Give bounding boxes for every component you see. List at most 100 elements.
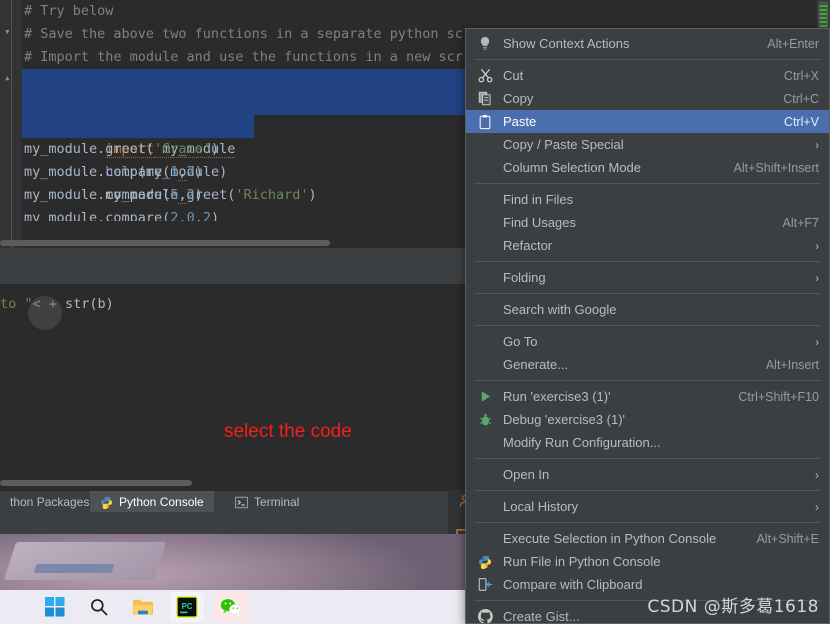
menu-item-cut[interactable]: Cut Ctrl+X [466, 64, 829, 87]
menu-item-find-usages[interactable]: Find Usages Alt+F7 [466, 211, 829, 234]
file-explorer-button[interactable] [126, 592, 160, 622]
fold-marker-collapse-2[interactable]: ▴ [4, 71, 19, 84]
menu-item-folding[interactable]: Folding › [466, 266, 829, 289]
menu-item-label: Generate... [503, 357, 569, 372]
code-comment: # Try below [24, 3, 114, 19]
menu-item-modify-run-configuration[interactable]: Modify Run Configuration... [466, 431, 829, 454]
lightbulb-icon [476, 36, 494, 52]
menu-item-shortcut: Alt+Shift+Insert [733, 160, 819, 175]
menu-item-execute-selection-in-python-console[interactable]: Execute Selection in Python Console Alt+… [466, 527, 829, 550]
copy-icon [476, 91, 494, 107]
chevron-right-icon: › [815, 238, 819, 253]
compare-call-suffix: ) [194, 187, 203, 203]
code-comment: # Import the module and use the function… [24, 49, 463, 65]
menu-item-label: Go To [503, 334, 538, 349]
menu-separator [474, 380, 821, 381]
clipboard-icon [476, 114, 494, 130]
menu-item-label: Local History [503, 499, 579, 514]
menu-item-run-file-in-python-console[interactable]: Run File in Python Console [466, 550, 829, 573]
chevron-right-icon: › [815, 334, 819, 349]
tab-python-console[interactable]: Python Console [90, 491, 214, 513]
menu-item-label: Folding [503, 270, 546, 285]
code-comment: # Save the above two functions in a sepa… [24, 26, 463, 42]
menu-item-label: Compare with Clipboard [503, 577, 643, 592]
windows-icon [45, 597, 65, 617]
menu-item-label: Modify Run Configuration... [503, 435, 661, 450]
menu-item-shortcut: Ctrl+V [783, 114, 819, 129]
run-icon [476, 389, 494, 405]
menu-item-show-context-actions[interactable]: Show Context Actions Alt+Enter [466, 32, 829, 55]
menu-item-label: Run 'exercise3 (1)' [503, 389, 611, 404]
menu-separator [474, 261, 821, 262]
string-literal: 'Grace' [154, 141, 211, 157]
menu-item-column-selection-mode[interactable]: Column Selection Mode Alt+Shift+Insert [466, 156, 829, 179]
menu-item-refactor[interactable]: Refactor › [466, 234, 829, 257]
menu-item-local-history[interactable]: Local History › [466, 495, 829, 518]
menu-item-open-in[interactable]: Open In › [466, 463, 829, 486]
compare-icon [476, 577, 494, 593]
menu-item-find-in-files[interactable]: Find in Files [466, 188, 829, 211]
menu-item-shortcut: Alt+Insert [765, 357, 819, 372]
menu-item-label: Copy / Paste Special [503, 137, 624, 152]
menu-item-label: Run File in Python Console [503, 554, 661, 569]
menu-separator [474, 522, 821, 523]
tab-terminal[interactable]: Terminal [225, 491, 309, 513]
menu-item-label: Debug 'exercise3 (1)' [503, 412, 626, 427]
python-icon [476, 554, 494, 570]
search-button[interactable] [82, 592, 116, 622]
compare-call-suffix: ) [210, 210, 220, 221]
menu-item-label: Execute Selection in Python Console [503, 531, 717, 546]
menu-item-paste[interactable]: Paste Ctrl+V [466, 110, 829, 133]
editor-context-menu[interactable]: Show Context Actions Alt+Enter Cut Ctrl+… [465, 28, 830, 624]
menu-item-shortcut: Alt+Shift+E [756, 531, 819, 546]
menu-separator [474, 458, 821, 459]
menu-item-go-to[interactable]: Go To › [466, 330, 829, 353]
console-horizontal-scrollbar[interactable] [0, 480, 192, 486]
start-button[interactable] [38, 592, 72, 622]
folder-icon [133, 599, 153, 615]
compare-call-prefix: my_module.compare( [24, 187, 171, 203]
tab-python-packages[interactable]: thon Packages [0, 491, 99, 513]
menu-item-label: Paste [503, 114, 537, 129]
comma: , [178, 164, 187, 181]
caret-highlight-blob [28, 296, 62, 330]
menu-item-copy-paste-special[interactable]: Copy / Paste Special › [466, 133, 829, 156]
selection-highlight [22, 115, 254, 138]
menu-item-label: Find Usages [503, 215, 576, 230]
wallpaper-laptop-shape [3, 542, 167, 580]
wechat-button[interactable] [214, 592, 248, 622]
number-literal: 2 [186, 187, 195, 203]
greet-call-suffix: ) [210, 141, 220, 157]
svg-text:PC: PC [182, 602, 193, 611]
annotation-line-1: select the code [224, 421, 352, 442]
tab-label: thon Packages [10, 495, 90, 509]
editor-gutter[interactable]: ▾ ▴ [0, 0, 22, 248]
menu-item-run[interactable]: Run 'exercise3 (1)' Ctrl+Shift+F10 [466, 385, 829, 408]
debug-icon [476, 412, 494, 428]
menu-item-label: Copy [503, 91, 534, 106]
fold-marker-collapse-1[interactable]: ▾ [4, 25, 19, 38]
csdn-watermark: CSDN @斯多葛1618 [647, 597, 819, 617]
menu-item-debug[interactable]: Debug 'exercise3 (1)' [466, 408, 829, 431]
menu-item-label: Show Context Actions [503, 36, 630, 51]
menu-item-shortcut: Ctrl+C [783, 91, 819, 106]
number-literal: 2 [202, 210, 211, 221]
scissors-icon [476, 68, 494, 84]
menu-item-label: Cut [503, 68, 524, 83]
menu-separator [474, 490, 821, 491]
comma: , [194, 210, 203, 221]
compare-call-prefix: my_module.compare( [24, 210, 171, 221]
menu-item-label: Find in Files [503, 192, 574, 207]
menu-separator [474, 325, 821, 326]
editor-horizontal-scrollbar[interactable] [0, 240, 330, 246]
comma: , [178, 187, 187, 204]
compare-call-prefix: my_module.compare( [24, 164, 171, 180]
pycharm-button[interactable]: PC [170, 592, 204, 622]
menu-separator [474, 183, 821, 184]
menu-item-label: Column Selection Mode [503, 160, 642, 175]
menu-item-generate[interactable]: Generate... Alt+Insert [466, 353, 829, 376]
menu-item-label: Search with Google [503, 302, 617, 317]
menu-item-copy[interactable]: Copy Ctrl+C [466, 87, 829, 110]
menu-item-search-with-google[interactable]: Search with Google [466, 298, 829, 321]
menu-item-shortcut: Alt+Enter [767, 36, 819, 51]
